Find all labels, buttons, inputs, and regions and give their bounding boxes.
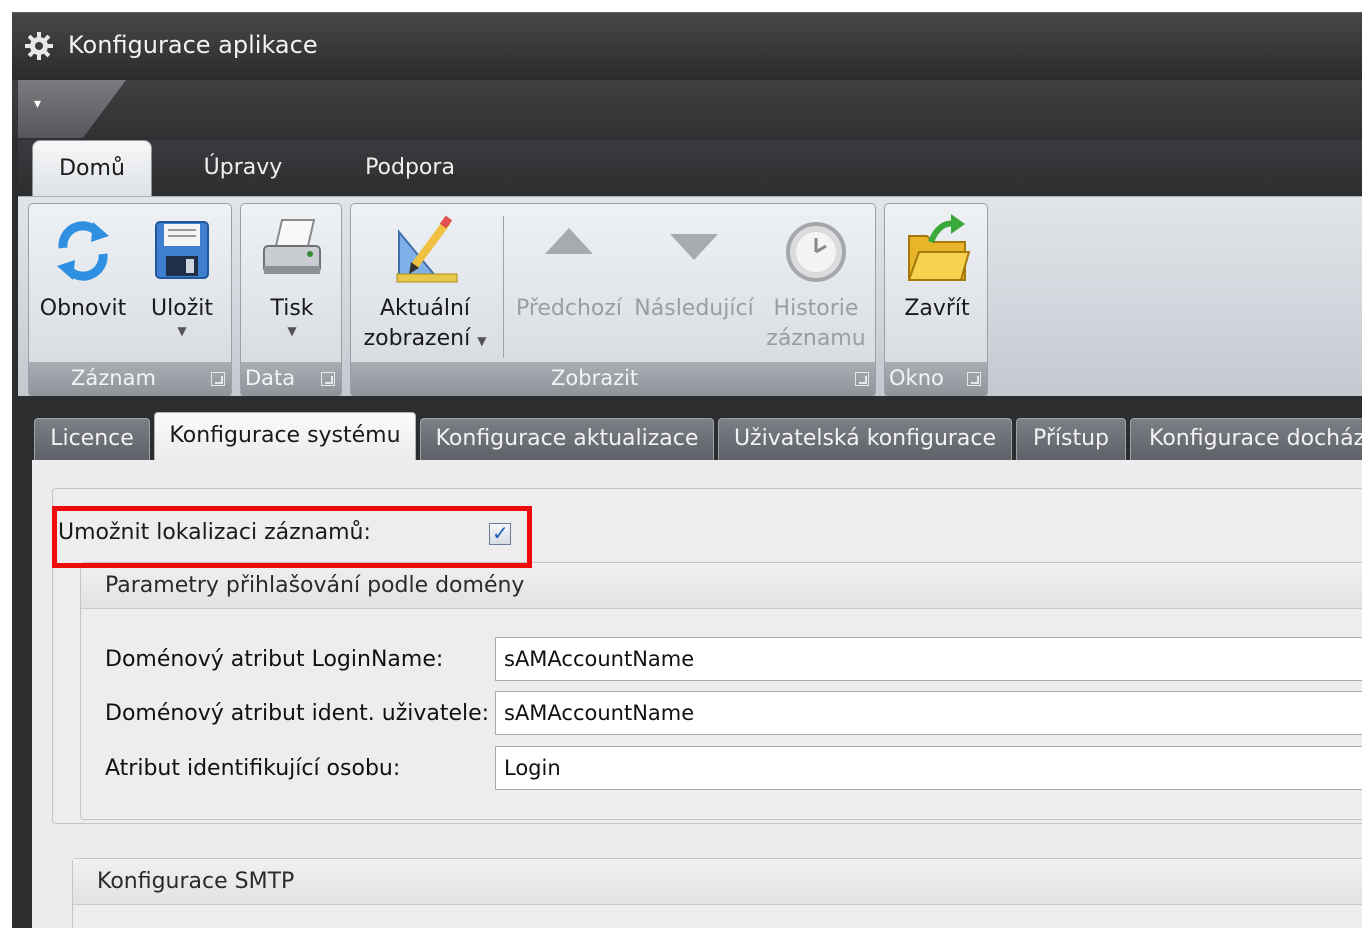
group-label-view: Zobrazit	[351, 362, 875, 396]
highlight-frame	[52, 506, 532, 568]
login-name-attr-input[interactable]	[495, 637, 1362, 681]
refresh-icon	[57, 221, 109, 281]
save-button[interactable]: Uložit ▼	[137, 212, 227, 338]
previous-label: Předchozí	[515, 296, 623, 321]
title-bar: Konfigurace aplikace	[12, 12, 1362, 80]
ribbon: Obnovit Uložit ▼ Záznam Tisk ▼ Data Aktu…	[18, 196, 1362, 397]
close-label: Zavřít	[904, 296, 970, 321]
current-view-label-1: Aktuální	[379, 296, 470, 321]
group-label-data: Data	[241, 362, 341, 396]
dialog-launcher-icon[interactable]	[211, 372, 225, 386]
group-data: Tisk ▼ Data	[240, 203, 342, 397]
chevron-down-icon[interactable]: ▼	[247, 324, 337, 338]
user-ident-attr-label: Doménový atribut ident. uživatele:	[105, 701, 490, 726]
history-label-1: Historie	[773, 296, 859, 321]
print-label: Tisk	[270, 296, 314, 321]
up-triangle-icon	[545, 228, 593, 254]
person-ident-attr-input[interactable]	[495, 746, 1362, 790]
history-label-2: záznamu	[766, 326, 866, 351]
refresh-button[interactable]: Obnovit	[33, 212, 133, 324]
group-record: Obnovit Uložit ▼ Záznam	[28, 203, 232, 397]
tab-support[interactable]: Podpora	[340, 140, 480, 198]
tab-edit[interactable]: Úpravy	[178, 140, 308, 198]
chevron-down-icon[interactable]: ▼	[137, 324, 227, 338]
next-label: Následující	[634, 296, 754, 321]
close-button[interactable]: Zavřít	[891, 212, 983, 324]
login-name-attr-label: Doménový atribut LoginName:	[105, 647, 444, 672]
tab-update-config[interactable]: Konfigurace aktualizace	[420, 418, 714, 462]
tab-licence[interactable]: Licence	[34, 418, 150, 462]
smtp-header: Konfigurace SMTP	[73, 859, 1362, 905]
printer-icon	[263, 219, 321, 274]
history-button[interactable]: Historie záznamu	[761, 212, 871, 354]
quick-access-toolbar: ▾	[12, 80, 1362, 140]
content-tab-strip: Licence Konfigurace systému Konfigurace …	[18, 412, 1362, 462]
group-label-window: Okno	[885, 362, 987, 396]
previous-button[interactable]: Předchozí	[511, 212, 627, 324]
content-area: Licence Konfigurace systému Konfigurace …	[18, 396, 1362, 928]
current-view-button[interactable]: Aktuální zobrazení ▼	[355, 212, 495, 356]
clock-icon	[786, 222, 846, 282]
print-button[interactable]: Tisk ▼	[247, 212, 337, 338]
dialog-launcher-icon[interactable]	[321, 372, 335, 386]
tab-home[interactable]: Domů	[32, 140, 152, 198]
smtp-config-group: Konfigurace SMTP	[72, 858, 1362, 928]
save-label: Uložit	[151, 296, 213, 321]
group-label-record: Záznam	[29, 362, 231, 396]
floppy-disk-icon	[155, 221, 209, 279]
down-triangle-icon	[670, 234, 718, 260]
gear-icon	[25, 32, 53, 60]
tab-attendance-config[interactable]: Konfigurace docház	[1130, 418, 1362, 462]
dialog-launcher-icon[interactable]	[967, 372, 981, 386]
group-view: Aktuální zobrazení ▼ Předchozí Následují…	[350, 203, 876, 397]
chevron-down-icon[interactable]: ▾	[34, 96, 41, 112]
tab-system-config[interactable]: Konfigurace systému	[154, 412, 416, 462]
ribbon-tab-strip: Domů Úpravy Podpora	[18, 140, 1362, 198]
domain-login-header: Parametry přihlašování podle domény	[81, 563, 1362, 609]
folder-exit-icon	[907, 214, 971, 281]
current-view-label-2: zobrazení ▼	[363, 326, 487, 351]
dialog-launcher-icon[interactable]	[855, 372, 869, 386]
domain-login-group: Parametry přihlašování podle domény Domé…	[80, 562, 1362, 820]
app-window: Konfigurace aplikace ▾ Domů Úpravy Podpo…	[12, 12, 1362, 928]
refresh-label: Obnovit	[39, 296, 127, 321]
group-window: Zavřít Okno	[884, 203, 988, 397]
next-button[interactable]: Následující	[631, 212, 757, 324]
person-ident-attr-label: Atribut identifikující osobu:	[105, 756, 401, 781]
tab-access[interactable]: Přístup	[1016, 418, 1126, 462]
tab-user-config[interactable]: Uživatelská konfigurace	[718, 418, 1012, 462]
ruler-pencil-icon	[396, 215, 458, 283]
ribbon-separator	[503, 216, 504, 358]
window-title: Konfigurace aplikace	[68, 31, 318, 59]
user-ident-attr-input[interactable]	[495, 691, 1362, 735]
